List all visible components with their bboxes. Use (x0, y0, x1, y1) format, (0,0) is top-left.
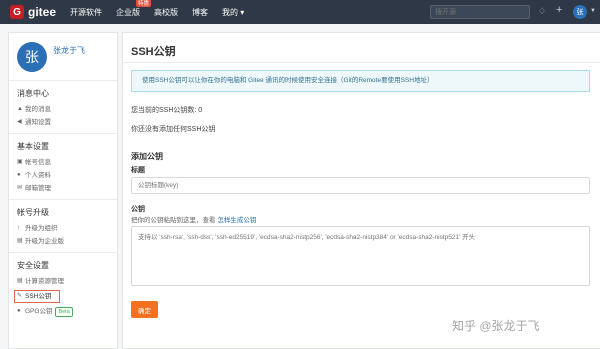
key-title-input[interactable] (131, 177, 590, 194)
nav-mine[interactable]: 我的 ▾ (222, 7, 244, 18)
server-icon: ▤ (17, 278, 23, 284)
key-hint-text: 把你的公钥粘贴到这里，查看 (131, 217, 216, 224)
sidebar-item-label: 计算资源管理 (25, 278, 64, 285)
speaker-icon: ◀ (17, 119, 22, 125)
ssh-key-count: 您当前的SSH公钥数: 0 (131, 107, 203, 114)
nav-enterprise[interactable]: 企业版 特惠 (116, 0, 152, 18)
sidebar-item-label: GPG公钥 (25, 308, 53, 315)
gitee-logo-text: gitee (28, 5, 57, 19)
sidebar-item-label: 个人资料 (25, 172, 51, 179)
sidebar-item-profile[interactable]: ● 个人资料 (17, 169, 109, 182)
key-hint: 把你的公钥粘贴到这里，查看 怎样生成公钥 (131, 214, 256, 224)
sidebar-item-label: SSH公钥 (25, 293, 52, 300)
confirm-button[interactable]: 确定 (131, 301, 158, 318)
empty-state-text: 你还没有添加任何SSH公钥 (131, 126, 216, 133)
title-label: 标题 (131, 167, 145, 174)
public-key-textarea[interactable] (131, 226, 590, 286)
sidebar-item-label: 通知设置 (25, 119, 51, 126)
how-to-generate-link[interactable]: 怎样生成公钥 (217, 217, 256, 224)
gitee-logo[interactable]: G gitee (10, 5, 56, 19)
group-title: 消息中心 (17, 89, 49, 98)
bell-icon: ▲ (17, 106, 23, 112)
user-icon: ● (17, 172, 21, 178)
user-avatar-small[interactable]: 张 (573, 5, 587, 19)
building-icon: ▤ (17, 238, 23, 244)
main-panel: SSH公钥 使用SSH公钥可以让你在你的电脑和 Gitee 通讯的时候使用安全连… (122, 32, 600, 349)
bell-icon[interactable]: ♢ (538, 6, 546, 17)
gitee-logo-icon: G (10, 5, 24, 19)
id-card-icon: ▣ (17, 159, 23, 165)
sidebar-item-label: 我的消息 (25, 106, 51, 113)
info-alert: 使用SSH公钥可以让你在你的电脑和 Gitee 通讯的时候使用安全连接（Git的… (131, 70, 590, 92)
watermark: 知乎 @张龙于飞 (452, 319, 540, 333)
beta-badge: Beta (55, 306, 73, 317)
promo-badge: 特惠 (136, 0, 152, 7)
sidebar-item-account-info[interactable]: ▣ 帐号信息 (17, 156, 109, 169)
nav-open-source[interactable]: 开源软件 (70, 7, 102, 18)
group-messages: 消息中心 ▲ 我的消息 ◀ 通知设置 (9, 81, 117, 134)
sidebar-item-label: 升级为企业版 (25, 238, 64, 245)
sidebar-item-gpg-keys[interactable]: ● GPG公钥 Beta (17, 305, 109, 318)
sidebar-item-upgrade-org[interactable]: ↑ 升级为组织 (17, 222, 109, 235)
group-title: 安全设置 (17, 261, 49, 270)
sidebar-item-label: 帐号信息 (25, 159, 51, 166)
sidebar-item-upgrade-enterprise[interactable]: ▤ 升级为企业版 (17, 235, 109, 248)
settings-sidebar: 张 张龙于飞 消息中心 ▲ 我的消息 ◀ 通知设置 基本设置 ▣ 帐号信息 ● 个人资料… (8, 32, 118, 349)
key-icon: ✎ (17, 293, 23, 299)
search-input[interactable] (430, 5, 530, 19)
add-key-heading: 添加公钥 (131, 152, 163, 161)
mail-icon: ✉ (17, 185, 23, 191)
group-title: 基本设置 (17, 142, 49, 151)
group-title: 帐号升级 (17, 208, 49, 217)
key-label: 公钥 (131, 206, 145, 213)
group-security: 安全设置 ▤ 计算资源管理 ✎ SSH公钥 ● GPG公钥 Beta (9, 253, 117, 318)
sidebar-item-label: 邮箱管理 (25, 185, 51, 192)
page-title: SSH公钥 (131, 46, 176, 58)
sidebar-item-compute-resources[interactable]: ▤ 计算资源管理 (17, 275, 109, 288)
nav-blog[interactable]: 博客 (192, 7, 208, 18)
sidebar-item-email[interactable]: ✉ 邮箱管理 (17, 182, 109, 195)
divider (123, 62, 600, 63)
sidebar-item-ssh-keys[interactable]: ✎ SSH公钥 (14, 290, 60, 303)
plus-icon[interactable]: + (556, 4, 562, 16)
arrow-up-icon: ↑ (17, 225, 20, 231)
sidebar-item-notify-settings[interactable]: ◀ 通知设置 (17, 116, 109, 129)
sidebar-item-label: 升级为组织 (25, 225, 58, 232)
lock-icon: ● (17, 308, 21, 314)
avatar[interactable]: 张 (17, 41, 47, 72)
nav-enterprise-label: 企业版 (116, 7, 141, 17)
group-upgrade: 帐号升级 ↑ 升级为组织 ▤ 升级为企业版 (9, 200, 117, 253)
main-nav: 开源软件 企业版 特惠 高校版 博客 我的 ▾ (70, 0, 258, 18)
profile-card: 张 张龙于飞 (9, 33, 117, 81)
sidebar-item-my-messages[interactable]: ▲ 我的消息 (17, 103, 109, 116)
username[interactable]: 张龙于飞 (53, 45, 85, 56)
chevron-down-icon[interactable]: ▼ (590, 8, 596, 14)
group-basic: 基本设置 ▣ 帐号信息 ● 个人资料 ✉ 邮箱管理 (9, 134, 117, 200)
nav-education[interactable]: 高校版 (154, 7, 178, 18)
